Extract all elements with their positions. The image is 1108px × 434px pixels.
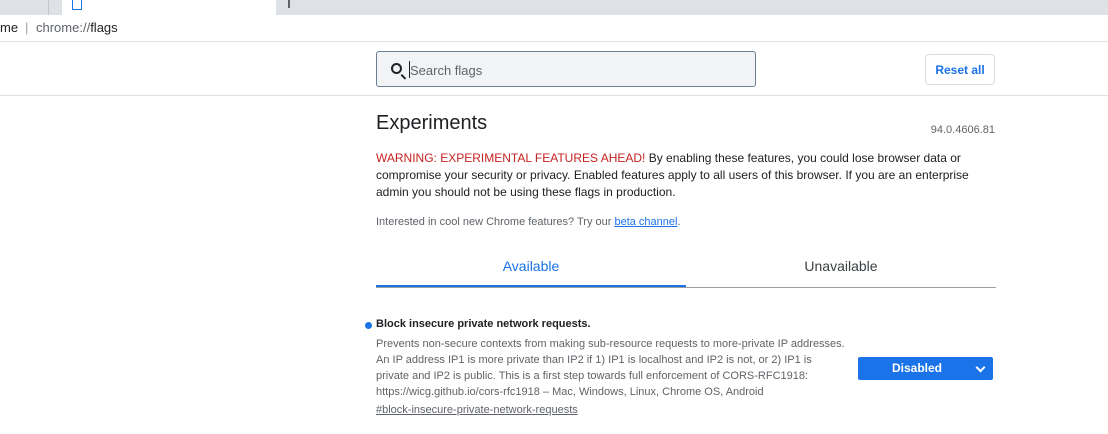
tab-flags[interactable] [62,0,276,15]
search-icon [391,63,402,74]
chevron-down-icon [975,362,986,373]
warning-text: WARNING: EXPERIMENTAL FEATURES AHEAD! By… [376,150,996,201]
search-box[interactable] [376,51,756,87]
flag-state-label: Disabled [891,361,942,375]
url-path: flags [90,20,118,35]
warning-lead: WARNING: EXPERIMENTAL FEATURES AHEAD! [376,151,646,165]
omnibox-prefix: me [0,20,19,35]
flag-state-select[interactable]: Disabled [858,357,993,380]
tab-available[interactable]: Available [376,247,686,287]
flag-modified-dot [365,322,372,329]
reset-all-button[interactable]: Reset all [925,54,995,85]
tab-previous[interactable] [0,0,49,15]
beta-channel-link[interactable]: beta channel [614,216,677,228]
url-scheme: chrome:// [36,20,91,35]
version-label: 94.0.4606.81 [930,124,995,136]
beta-promo: Interested in cool new Chrome features? … [376,216,681,228]
beta-prefix: Interested in cool new Chrome features? … [376,216,615,228]
page-icon [72,0,82,10]
flag-title: Block insecure private network requests. [376,318,591,330]
omnibox-separator: | [25,20,29,35]
flag-permalink[interactable]: #block-insecure-private-network-requests [376,404,578,416]
tab-strip [0,0,1108,15]
tab-unavailable[interactable]: Unavailable [686,247,996,285]
search-input[interactable] [410,60,740,80]
beta-suffix: . [677,216,681,228]
page-title: Experiments [376,112,488,134]
flags-tabs: Available Unavailable [376,247,996,288]
flag-description: Prevents non-secure contexts from making… [376,338,845,398]
omnibox-url[interactable]: chrome://flags [36,15,118,41]
tab-next[interactable] [288,0,290,8]
address-bar[interactable]: me | chrome://flags [0,15,1108,42]
